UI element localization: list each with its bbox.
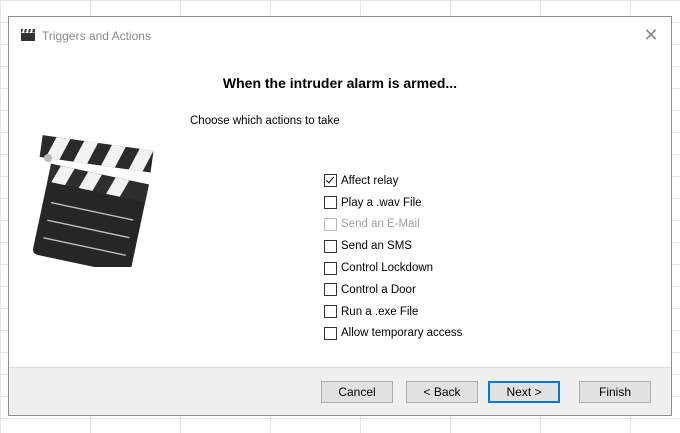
action-label: Control Lockdown	[341, 262, 434, 275]
action-checkbox[interactable]	[324, 261, 337, 275]
action-checkbox	[324, 217, 337, 231]
back-button[interactable]: < Back	[406, 381, 478, 403]
window-title: Triggers and Actions	[42, 29, 151, 43]
close-button[interactable]: ✕	[639, 25, 663, 47]
next-button[interactable]: Next >	[488, 381, 560, 403]
title-bar: Triggers and Actions ✕	[9, 17, 671, 55]
action-label: Play a .wav File	[341, 196, 422, 209]
dialog-footer: Cancel < Back Next > Finish	[9, 367, 671, 415]
action-label: Affect relay	[341, 174, 399, 187]
clapperboard-illustration	[33, 135, 154, 267]
action-label: Allow temporary access	[341, 327, 463, 340]
finish-button[interactable]: Finish	[579, 381, 651, 403]
page-heading: When the intruder alarm is armed...	[222, 75, 458, 91]
action-option: Send an E-Mail	[324, 214, 462, 236]
action-option[interactable]: Run a .exe File	[324, 301, 462, 323]
action-option[interactable]: Affect relay	[324, 170, 462, 192]
triggers-dialog: Triggers and Actions ✕ When the intruder…	[8, 16, 672, 416]
action-checkbox[interactable]	[324, 305, 337, 319]
actions-list: Affect relay Play a .wav File Send an E-Ma…	[324, 170, 462, 344]
action-checkbox[interactable]	[324, 283, 337, 297]
action-label: Send an E-Mail	[341, 218, 420, 231]
action-checkbox[interactable]	[324, 326, 337, 340]
cancel-button[interactable]: Cancel	[321, 381, 393, 403]
action-label: Run a .exe File	[341, 305, 419, 318]
action-label: Send an SMS	[341, 240, 412, 253]
action-option[interactable]: Play a .wav File	[324, 192, 462, 214]
action-option[interactable]: Send an SMS	[324, 235, 462, 257]
clapperboard-icon	[21, 29, 35, 41]
action-checkbox[interactable]	[324, 239, 337, 253]
action-option[interactable]: Allow temporary access	[324, 323, 462, 345]
action-checkbox[interactable]	[324, 196, 337, 210]
action-option[interactable]: Control Lockdown	[324, 257, 462, 279]
instruction-text: Choose which actions to take	[190, 115, 340, 127]
action-checkbox[interactable]	[324, 174, 337, 188]
close-icon: ✕	[643, 25, 659, 46]
action-option[interactable]: Control a Door	[324, 279, 462, 301]
action-label: Control a Door	[341, 283, 416, 296]
